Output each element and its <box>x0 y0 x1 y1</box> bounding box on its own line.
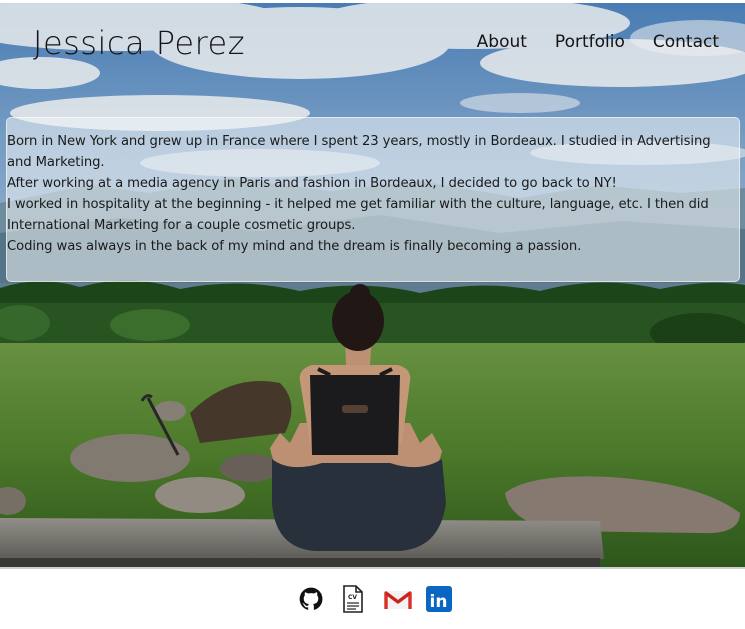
linkedin-label: in <box>430 592 448 612</box>
cv-label: CV <box>348 594 357 601</box>
nav-link-contact[interactable]: Contact <box>653 31 719 53</box>
cv-document-icon[interactable]: CV <box>342 585 368 613</box>
footer: CV in <box>0 567 745 629</box>
github-icon[interactable] <box>298 585 324 613</box>
nav-link-about[interactable]: About <box>477 31 527 53</box>
about-paragraph-3: I worked in hospitality at the beginning… <box>7 197 709 233</box>
about-paragraph-1: Born in New York and grew up in France w… <box>7 134 711 170</box>
nav-link-portfolio[interactable]: Portfolio <box>555 31 625 53</box>
linkedin-icon[interactable]: in <box>426 585 452 613</box>
about-paragraph-4: Coding was always in the back of my mind… <box>7 239 582 254</box>
hero-section: Jessica Perez About Portfolio Contact Bo… <box>0 3 745 567</box>
site-title[interactable]: Jessica Perez <box>33 23 245 63</box>
main-nav: About Portfolio Contact <box>477 31 719 53</box>
gmail-icon[interactable] <box>384 585 412 613</box>
background-photo <box>0 3 745 567</box>
social-links: CV in <box>298 585 452 613</box>
about-paragraph-2: After working at a media agency in Paris… <box>7 176 617 191</box>
about-card: Born in New York and grew up in France w… <box>6 117 740 282</box>
